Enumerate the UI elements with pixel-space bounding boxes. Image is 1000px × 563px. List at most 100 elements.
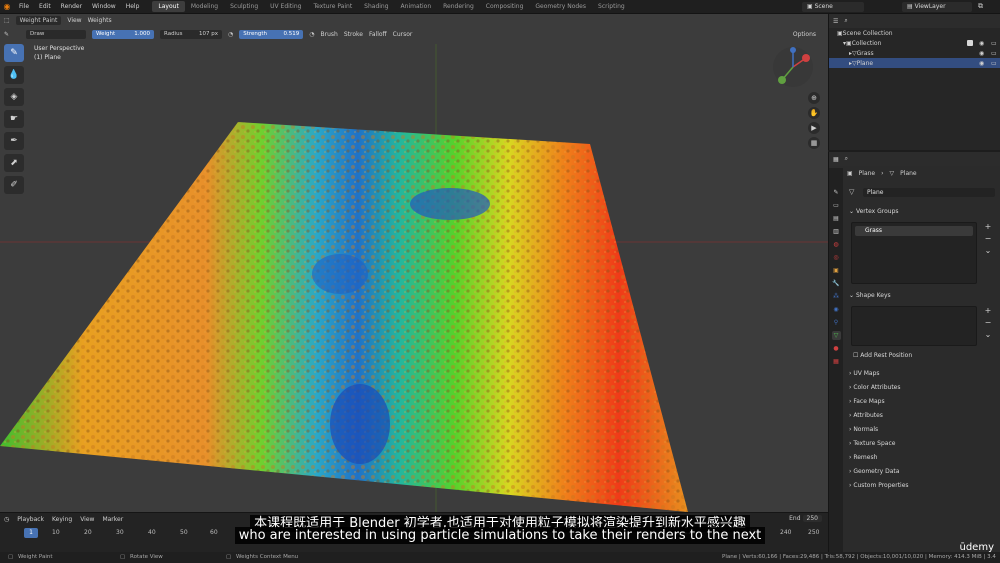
panel-uv-maps[interactable]: › UV Maps — [849, 370, 880, 377]
render-camera-icon[interactable]: ▭ — [991, 40, 997, 47]
blur-tool-icon[interactable]: 💧 — [4, 66, 24, 84]
strength-pressure-icon[interactable]: ◔ — [309, 31, 314, 38]
shape-keys-panel-header[interactable]: ⌄ Shape Keys — [849, 292, 891, 299]
annotate-tool-icon[interactable]: ✐ — [4, 176, 24, 194]
sample-weight-icon[interactable]: ✒ — [4, 132, 24, 150]
vertex-group-menu-icon[interactable]: ⌄ — [983, 246, 993, 256]
remove-vertex-group-button[interactable]: − — [983, 234, 993, 244]
render-tab-icon[interactable]: ▭ — [832, 201, 841, 210]
menu-falloff[interactable]: Falloff — [369, 31, 387, 38]
world-tab-icon[interactable]: ◎ — [832, 253, 841, 262]
shape-keys-list[interactable] — [851, 306, 977, 346]
menu-help[interactable]: Help — [121, 3, 145, 10]
workspace-tab-rendering[interactable]: Rendering — [437, 1, 480, 12]
workspace-tab-shading[interactable]: Shading — [358, 1, 394, 12]
perspective-toggle-icon[interactable]: ▦ — [808, 137, 820, 149]
average-tool-icon[interactable]: ◈ — [4, 88, 24, 106]
particles-tab-icon[interactable]: ⁂ — [832, 292, 841, 301]
workspace-tab-geometry-nodes[interactable]: Geometry Nodes — [529, 1, 592, 12]
menu-render[interactable]: Render — [56, 3, 87, 10]
workspace-tab-uv-editing[interactable]: UV Editing — [264, 1, 307, 12]
add-rest-position-checkbox[interactable]: ☐ Add Rest Position — [853, 352, 912, 359]
outliner-item-grass[interactable]: ▸ ▽ Grass ◉ ▭ — [829, 48, 1000, 58]
modifier-tab-icon[interactable]: 🔧 — [832, 279, 841, 288]
scene-tab-icon[interactable]: ◍ — [832, 240, 841, 249]
menu-cursor[interactable]: Cursor — [393, 31, 413, 38]
workspace-tab-texture-paint[interactable]: Texture Paint — [307, 1, 358, 12]
shape-key-menu-icon[interactable]: ⌄ — [983, 330, 993, 340]
menu-window[interactable]: Window — [87, 3, 121, 10]
vertex-groups-panel-header[interactable]: ⌄ Vertex Groups — [849, 208, 899, 215]
mode-selector[interactable]: Weight Paint — [15, 15, 62, 25]
gradient-tool-icon[interactable]: ⬈ — [4, 154, 24, 172]
add-vertex-group-button[interactable]: + — [983, 222, 993, 232]
workspace-tab-sculpting[interactable]: Sculpting — [224, 1, 264, 12]
render-camera-icon[interactable]: ▭ — [991, 60, 997, 67]
panel-normals[interactable]: › Normals — [849, 426, 878, 433]
menu-stroke[interactable]: Stroke — [344, 31, 363, 38]
options-menu[interactable]: Options — [793, 31, 816, 38]
panel-face-maps[interactable]: › Face Maps — [849, 398, 885, 405]
constraints-tab-icon[interactable]: ⚲ — [832, 318, 841, 327]
visibility-eye-icon[interactable]: ◉ — [979, 60, 984, 67]
menu-brush[interactable]: Brush — [321, 31, 338, 38]
panel-geometry-data[interactable]: › Geometry Data — [849, 468, 899, 475]
workspace-tab-animation[interactable]: Animation — [395, 1, 438, 12]
brush-icon[interactable]: ✎ — [4, 31, 20, 38]
brush-selector[interactable]: Draw — [26, 29, 86, 39]
vertex-group-item[interactable]: Grass — [855, 226, 973, 236]
object-tab-icon[interactable]: ▣ — [832, 266, 841, 275]
workspace-tab-layout[interactable]: Layout — [152, 1, 185, 12]
zoom-icon[interactable]: ⊕ — [808, 92, 820, 104]
outliner-editor-icon[interactable]: ☰ — [833, 18, 838, 25]
camera-view-icon[interactable]: ▶ — [808, 122, 820, 134]
material-tab-icon[interactable]: ● — [832, 344, 841, 353]
outliner-scene-collection[interactable]: ▣ Scene Collection — [829, 28, 1000, 38]
render-camera-icon[interactable]: ▭ — [991, 50, 997, 57]
view-layer-selector[interactable]: ▤ ViewLayer — [902, 2, 972, 12]
mesh-data-tab-icon[interactable]: ▽ — [831, 331, 841, 340]
outliner-item-plane[interactable]: ▸ ▽ Plane ◉ ▭ — [829, 58, 1000, 68]
view-layer-tab-icon[interactable]: ▥ — [832, 227, 841, 236]
draw-tool-icon[interactable]: ✎ — [4, 44, 24, 62]
properties-search-icon[interactable]: ⌕ — [845, 155, 848, 163]
workspace-tab-scripting[interactable]: Scripting — [592, 1, 631, 12]
vertex-groups-list[interactable]: Grass — [851, 222, 977, 284]
mesh-data-name-field[interactable]: Plane — [863, 188, 995, 197]
editor-type-icon[interactable]: ⬚ — [4, 17, 10, 24]
add-shape-key-button[interactable]: + — [983, 306, 993, 316]
visibility-eye-icon[interactable]: ◉ — [979, 50, 984, 57]
visibility-eye-icon[interactable]: ◉ — [979, 40, 984, 47]
outliner-filter-icon[interactable]: ⌕ — [844, 17, 847, 25]
navigation-gizmo-icon[interactable] — [770, 44, 816, 90]
weight-field[interactable]: Weight 1.000 — [92, 29, 154, 39]
scene-selector[interactable]: ▣ Scene — [802, 2, 864, 12]
panel-color-attributes[interactable]: › Color Attributes — [849, 384, 901, 391]
3d-viewport[interactable]: ⬚ Weight Paint View Weights ✎ Draw Weigh… — [0, 14, 828, 512]
pressure-icon[interactable]: ◔ — [228, 31, 233, 38]
menu-weights[interactable]: Weights — [88, 17, 112, 24]
texture-tab-icon[interactable]: ▦ — [832, 357, 841, 366]
strength-field[interactable]: Strength 0.519 — [239, 29, 304, 39]
panel-remesh[interactable]: › Remesh — [849, 454, 877, 461]
blender-logo-icon[interactable]: ◉ — [0, 0, 14, 14]
pan-hand-icon[interactable]: ✋ — [808, 107, 820, 119]
exclude-checkbox[interactable] — [967, 40, 973, 46]
outliner-item-collection[interactable]: ▾ ▣ Collection ◉ ▭ — [829, 38, 1000, 48]
view-layer-options-icon[interactable]: ⧉ — [978, 2, 983, 11]
remove-shape-key-button[interactable]: − — [983, 318, 993, 328]
menu-edit[interactable]: Edit — [34, 3, 56, 10]
panel-texture-space[interactable]: › Texture Space — [849, 440, 895, 447]
smear-tool-icon[interactable]: ☛ — [4, 110, 24, 128]
properties-editor-icon[interactable]: ▦ — [833, 156, 839, 163]
output-tab-icon[interactable]: ▤ — [832, 214, 841, 223]
workspace-tab-modeling[interactable]: Modeling — [185, 1, 224, 12]
panel-custom-properties[interactable]: › Custom Properties — [849, 482, 909, 489]
workspace-tab-compositing[interactable]: Compositing — [480, 1, 530, 12]
menu-view[interactable]: View — [67, 17, 81, 24]
menu-file[interactable]: File — [14, 3, 34, 10]
radius-field[interactable]: Radius 107 px — [160, 29, 222, 39]
tool-tab-icon[interactable]: ✎ — [832, 188, 841, 197]
panel-attributes[interactable]: › Attributes — [849, 412, 883, 419]
physics-tab-icon[interactable]: ◉ — [832, 305, 841, 314]
